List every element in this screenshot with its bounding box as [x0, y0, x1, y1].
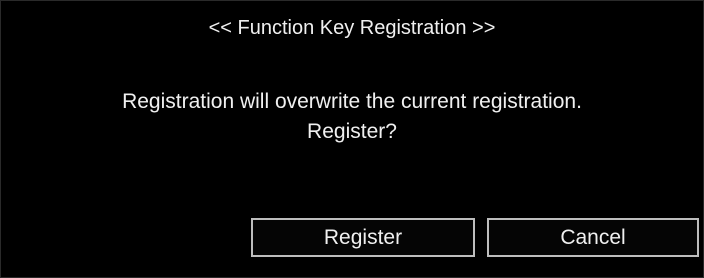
- dialog-message: Registration will overwrite the current …: [1, 87, 703, 147]
- confirm-dialog: << Function Key Registration >> Registra…: [0, 0, 704, 278]
- cancel-button[interactable]: Cancel: [487, 218, 699, 257]
- dialog-message-line-2: Register?: [307, 120, 397, 143]
- dialog-title: << Function Key Registration >>: [208, 17, 496, 39]
- register-button[interactable]: Register: [251, 218, 475, 257]
- dialog-message-line-1: Registration will overwrite the current …: [122, 90, 582, 113]
